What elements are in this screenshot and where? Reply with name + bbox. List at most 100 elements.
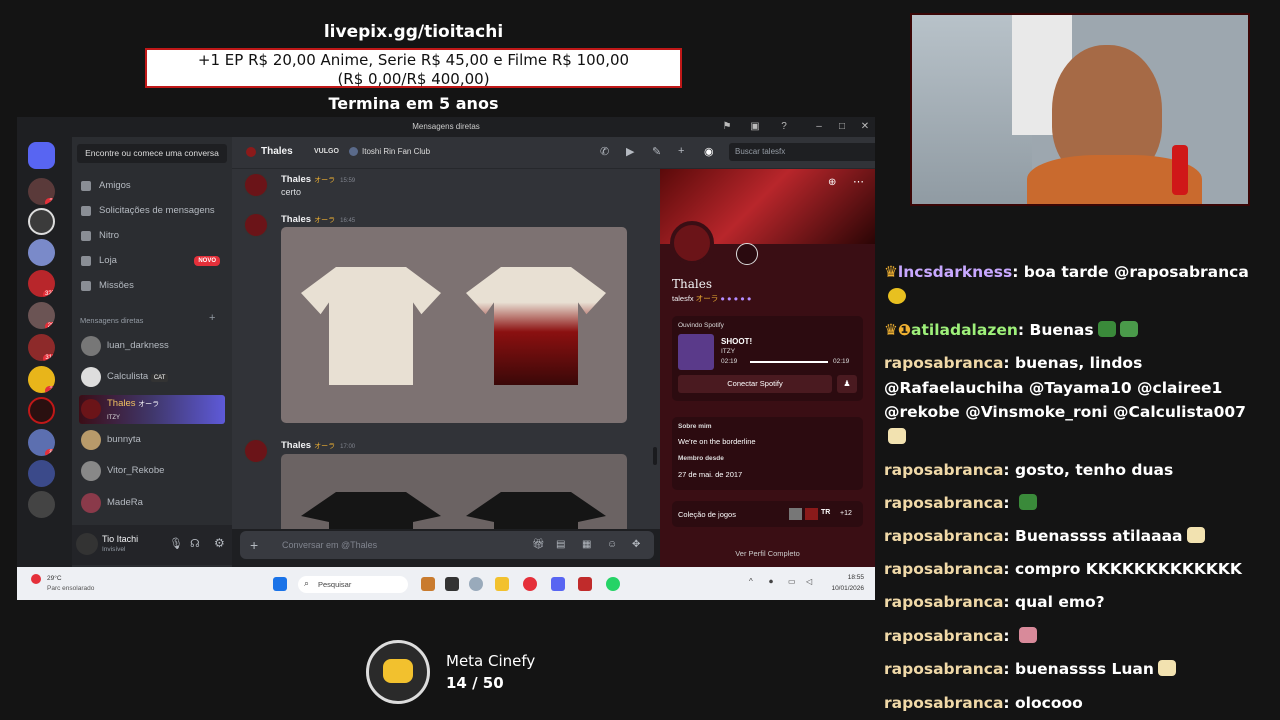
connect-spotify-button[interactable]: Conectar Spotify <box>678 375 832 393</box>
nav-shop[interactable]: Loja NOVO <box>79 251 225 271</box>
help-icon[interactable]: ? <box>777 120 791 134</box>
shop-icon <box>81 256 91 266</box>
gift-icon[interactable]: 🎁︎ <box>532 531 545 559</box>
nav-message-requests[interactable]: Solicitações de mensagens <box>79 201 225 221</box>
unread-badge: 327 <box>42 290 55 297</box>
chat-search-input[interactable]: Buscar talesfx <box>729 143 875 161</box>
file-explorer-icon[interactable] <box>495 577 509 591</box>
dm-header: Mensagens diretas <box>80 316 144 325</box>
server-icon[interactable]: 2 <box>28 366 55 393</box>
server-icon[interactable]: 28 <box>28 302 55 329</box>
server-icon[interactable] <box>28 239 55 266</box>
search-input[interactable]: Encontre ou comece uma conversa <box>77 144 227 163</box>
chrome-icon[interactable] <box>523 577 537 591</box>
dm-item[interactable]: luan_darkness <box>79 333 225 359</box>
chat-username: lncsdarkness <box>897 263 1013 281</box>
gif-icon[interactable]: ▤ <box>556 531 565 559</box>
video-icon[interactable]: ▶ <box>626 145 634 158</box>
server-icon[interactable] <box>28 491 55 518</box>
image-attachment[interactable] <box>281 227 627 423</box>
dm-item[interactable]: MadeRa <box>79 490 225 516</box>
maximize-button[interactable]: □ <box>835 120 849 134</box>
view-full-profile-link[interactable]: Ver Perfil Completo <box>660 549 875 558</box>
server-icon[interactable]: 327 <box>28 270 55 297</box>
dm-item-selected[interactable]: Thales オーラ ITZY <box>79 395 225 424</box>
add-friend-icon[interactable]: + <box>678 145 684 157</box>
flag-icon[interactable]: ⚑ <box>720 120 734 134</box>
server-icon[interactable] <box>28 397 55 424</box>
message-text: certo <box>281 187 302 197</box>
add-friend-icon[interactable]: ⊕ <box>828 177 836 188</box>
emoji-icon[interactable]: ☺ <box>607 531 617 559</box>
games-label: Coleção de jogos <box>678 510 736 519</box>
profile-avatar <box>670 221 714 265</box>
unread-badge: 28 <box>45 322 55 329</box>
dm-item[interactable]: Calculista CAT <box>79 364 225 390</box>
tray-chevron-icon[interactable]: ^ <box>749 577 753 586</box>
nav-quests[interactable]: Missões <box>79 276 225 296</box>
server-icon[interactable] <box>28 208 55 235</box>
message-author: Thales オーラ 15:59 <box>281 174 356 185</box>
invite-icon[interactable]: ♟ <box>837 375 857 393</box>
song-title: SHOOT! <box>721 337 753 346</box>
add-dm-icon[interactable]: + <box>209 312 215 324</box>
server-icon[interactable]: 311 <box>28 334 55 361</box>
attach-plus-icon[interactable]: + <box>250 531 258 559</box>
inbox-icon[interactable]: ▣ <box>748 120 762 134</box>
mic-tray-icon[interactable]: ⏺ <box>769 577 773 587</box>
gear-icon[interactable]: ⚙ <box>214 536 225 550</box>
call-icon[interactable]: ✆ <box>600 145 609 158</box>
avatar <box>76 533 98 555</box>
windows-taskbar: 29°C Parc ensolarado Pesquisar ⌕ ^ ⏺ ▭ ◁… <box>17 567 875 600</box>
app-icon[interactable] <box>578 577 592 591</box>
chat-username: raposabranca <box>884 560 1004 578</box>
pepe-emote <box>1019 494 1038 510</box>
app-icon[interactable] <box>445 577 459 591</box>
taskbar-search[interactable]: Pesquisar <box>298 576 408 593</box>
discord-home-icon[interactable] <box>28 142 55 169</box>
chat-username: raposabranca <box>884 527 1004 545</box>
chat-title: Thales <box>261 146 293 157</box>
chat-text: olocooo <box>1015 694 1083 712</box>
weather-icon[interactable] <box>31 574 41 584</box>
status-icon <box>736 243 758 265</box>
dm-item[interactable]: Vitor_Rekobe <box>79 458 225 484</box>
game-icon: TR <box>821 509 831 516</box>
message-composer[interactable]: + Conversar em @Thales 🎁︎ ▤ ▦ ☺ ✥ <box>240 531 654 559</box>
window-title: Mensagens diretas <box>412 122 480 131</box>
windows-start-icon[interactable] <box>273 577 287 591</box>
pin-icon[interactable]: ✎ <box>652 145 661 158</box>
scrollbar[interactable] <box>653 447 657 465</box>
dm-item[interactable]: bunnyta <box>79 427 225 453</box>
anime-emote <box>1157 660 1176 676</box>
discord-taskbar-icon[interactable] <box>551 577 565 591</box>
crown-icon: ♛ <box>884 263 898 281</box>
chat-text: buenassss Luan <box>1015 660 1154 678</box>
server-icon[interactable]: 2 <box>28 178 55 205</box>
image-attachment[interactable] <box>281 454 627 529</box>
chat-message: raposabranca: Buenassss atilaaaa <box>884 524 1264 549</box>
app-icon[interactable] <box>421 577 435 591</box>
sticker-icon[interactable]: ▦ <box>582 531 591 559</box>
close-button[interactable]: ✕ <box>858 120 872 134</box>
nav-nitro[interactable]: Nitro <box>79 226 225 246</box>
network-icon[interactable]: ▭ <box>788 577 796 586</box>
more-icon[interactable]: ⋯ <box>853 175 864 188</box>
goal-ends-text: Termina em 5 anos <box>328 94 499 113</box>
headphones-icon[interactable]: ☊ <box>190 537 200 550</box>
server-icon[interactable] <box>28 460 55 487</box>
minimize-button[interactable]: – <box>812 120 826 134</box>
profile-name: Thales <box>672 277 712 291</box>
volume-icon[interactable]: ◁ <box>806 577 812 586</box>
whatsapp-icon[interactable] <box>606 577 620 591</box>
server-icon[interactable]: 8 <box>28 429 55 456</box>
nav-friends[interactable]: Amigos <box>79 176 225 196</box>
chat-header: Thales VULGO Itoshi Rin Fan Club ✆ ▶ ✎ +… <box>232 137 875 169</box>
apps-icon[interactable]: ✥ <box>632 531 640 559</box>
mic-icon[interactable]: 🎙 <box>169 537 183 550</box>
app-icon[interactable] <box>469 577 483 591</box>
avatar <box>246 147 256 157</box>
profile-toggle-icon[interactable]: ◉ <box>704 145 714 158</box>
games-card[interactable]: Coleção de jogos TR +12 <box>672 501 863 527</box>
avatar <box>244 213 268 237</box>
